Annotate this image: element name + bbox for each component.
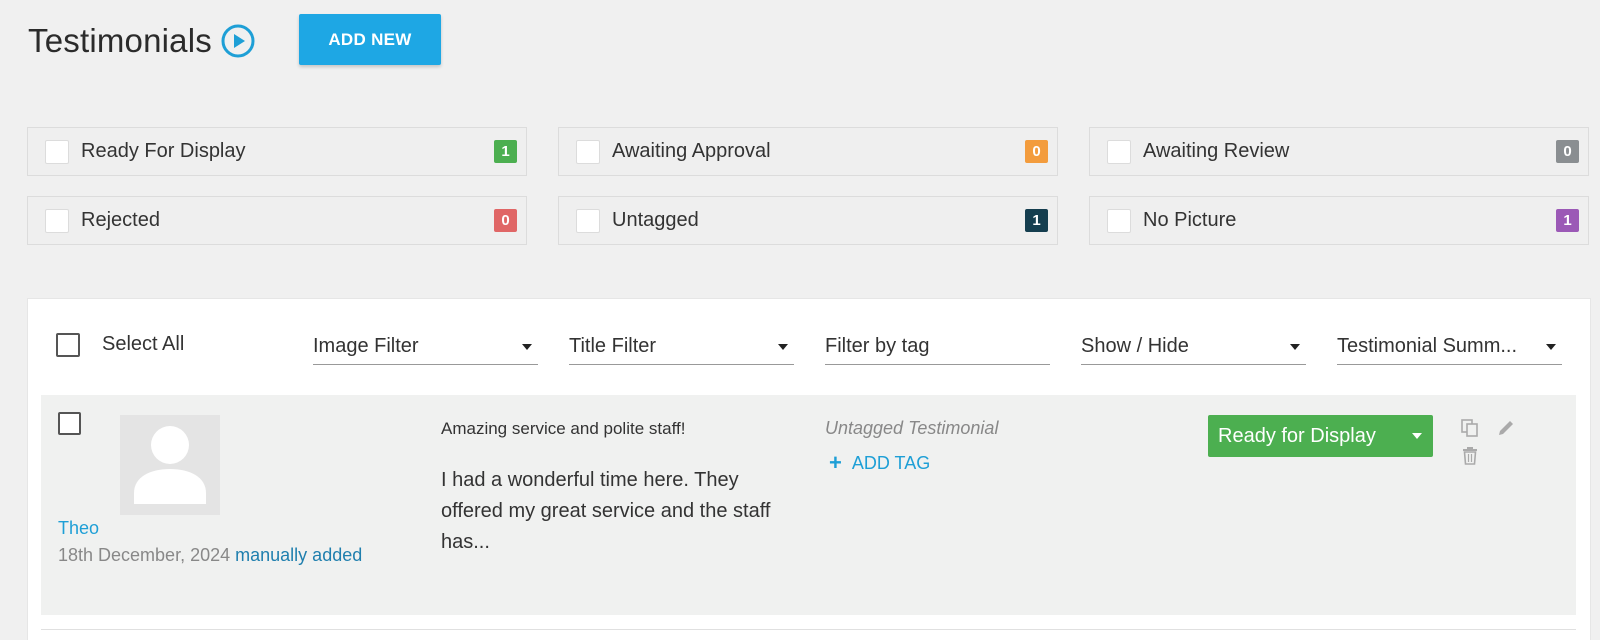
filter-bar: Select All Image Filter Title Filter Sho… [28,299,1590,391]
status-filter-no-picture[interactable]: No Picture 1 [1089,196,1589,245]
status-label: Rejected [81,209,160,231]
trash-icon[interactable] [1459,445,1481,467]
add-new-button[interactable]: ADD NEW [299,14,441,65]
status-label: Ready For Display [81,140,246,162]
testimonial-date: 18th December, 2024 [58,545,231,565]
show-hide-select[interactable]: Show / Hide [1081,329,1306,365]
caret-down-icon [1290,343,1300,350]
testimonial-body: I had a wonderful time here. They offere… [441,469,771,553]
status-filter-awaiting-review[interactable]: Awaiting Review 0 [1089,127,1589,176]
status-checkbox[interactable] [45,208,69,233]
tag-status: Untagged Testimonial [825,418,999,438]
select-all-label: Select All [102,333,185,355]
image-filter-value: Image Filter [313,335,419,357]
status-label: Awaiting Approval [612,140,771,162]
count-badge: 0 [494,209,517,232]
add-tag-label: ADD TAG [851,452,931,473]
status-filter-awaiting-approval[interactable]: Awaiting Approval 0 [558,127,1058,176]
testimonials-panel: Select All Image Filter Title Filter Sho… [27,298,1591,640]
status-select-value: Ready for Display [1218,424,1376,447]
title-filter-value: Title Filter [569,335,657,357]
count-badge: 1 [1025,209,1048,232]
row-checkbox[interactable] [58,412,81,435]
caret-down-icon [522,343,532,350]
page-title: Testimonials [28,22,212,59]
pencil-icon[interactable] [1495,417,1517,439]
status-filter-rejected[interactable]: Rejected 0 [27,196,527,245]
source-link[interactable]: manually added [235,545,362,565]
caret-down-icon [1412,433,1422,439]
add-tag-button[interactable]: + ADD TAG [825,450,930,476]
summary-value: Testimonial Summ... [1337,335,1518,357]
status-checkbox[interactable] [576,208,600,233]
count-badge: 0 [1556,140,1579,163]
count-badge: 1 [494,140,517,163]
caret-down-icon [778,343,788,350]
caret-down-icon [1546,343,1556,350]
page-header: Testimonials [28,14,256,68]
tag-filter[interactable] [825,329,1050,365]
status-label: Awaiting Review [1143,140,1290,162]
copy-icon[interactable] [1459,417,1481,439]
status-label: Untagged [612,209,699,231]
date-line: 18th December, 2024 manually added [58,545,362,566]
user-placeholder-icon[interactable] [120,415,220,515]
author-name[interactable]: Theo [58,518,99,539]
plus-icon: + [829,450,842,475]
count-badge: 0 [1025,140,1048,163]
select-all-checkbox[interactable] [56,333,80,357]
testimonial-title: Amazing service and polite staff! [441,419,686,438]
tag-filter-input[interactable] [825,335,1050,358]
status-filter-ready[interactable]: Ready For Display 1 [27,127,527,176]
status-filter-untagged[interactable]: Untagged 1 [558,196,1058,245]
status-checkbox[interactable] [45,139,69,164]
title-filter-select[interactable]: Title Filter [569,329,794,365]
status-label: No Picture [1143,209,1237,231]
count-badge: 1 [1556,209,1579,232]
testimonial-row: Theo 18th December, 2024 manually added … [41,395,1576,615]
image-filter-select[interactable]: Image Filter [313,329,538,365]
status-select[interactable]: Ready for Display [1208,415,1433,457]
summary-select[interactable]: Testimonial Summ... [1337,329,1562,365]
status-checkbox[interactable] [576,139,600,164]
show-hide-value: Show / Hide [1081,335,1189,357]
play-circle-icon[interactable] [220,23,256,59]
status-checkbox[interactable] [1107,208,1131,233]
row-divider [41,629,1576,630]
status-checkbox[interactable] [1107,139,1131,164]
